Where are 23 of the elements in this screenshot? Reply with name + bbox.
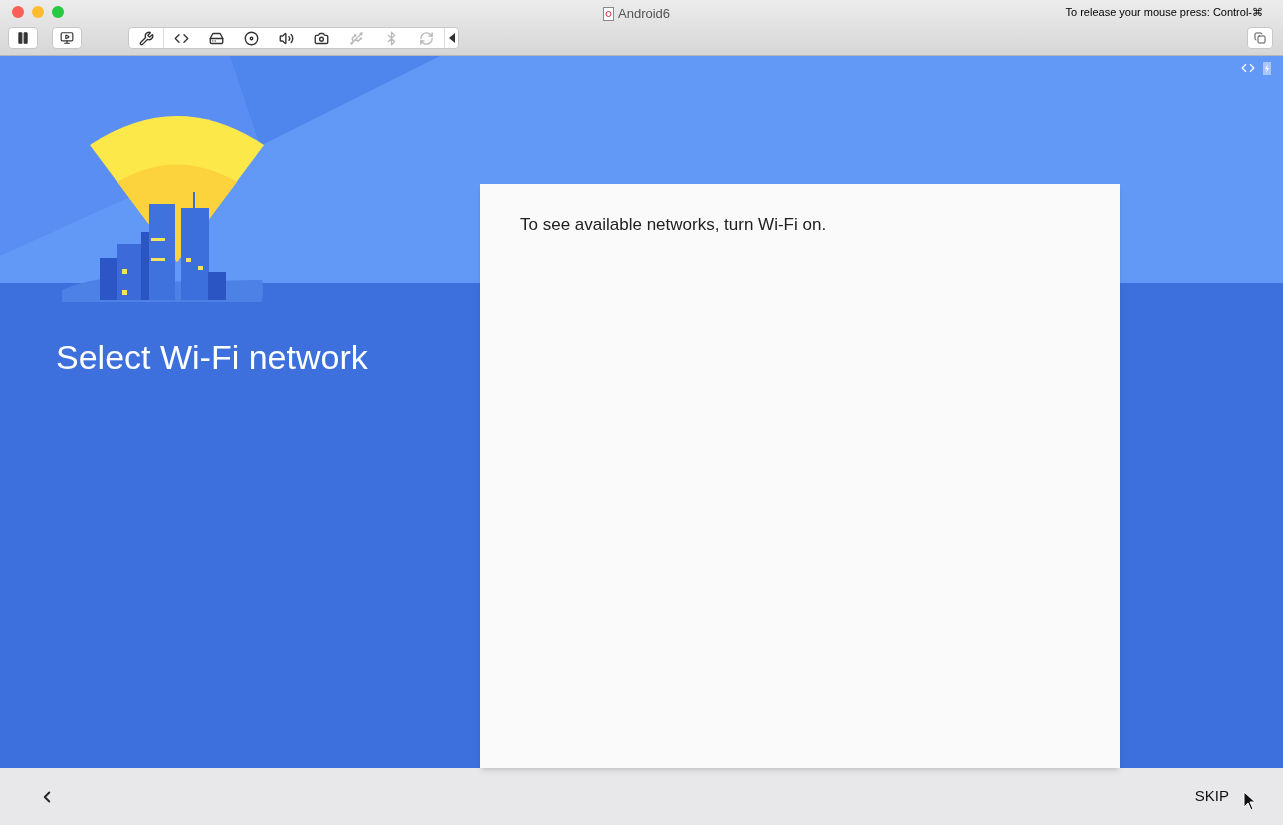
usb-icon (349, 30, 364, 46)
monitor-icon (60, 31, 74, 45)
pause-icon (16, 31, 30, 45)
pause-button[interactable] (8, 27, 38, 49)
speaker-icon (279, 30, 294, 46)
document-icon (603, 6, 614, 21)
wifi-off-message: To see available networks, turn Wi-Fi on. (520, 214, 828, 236)
copy-icon (1254, 32, 1266, 44)
network-status-icon (1241, 61, 1255, 75)
snapshot-button[interactable] (52, 27, 82, 49)
collapse-button[interactable] (444, 28, 458, 48)
camera-icon (314, 30, 329, 46)
disc-icon (244, 30, 259, 46)
close-button[interactable] (12, 6, 24, 18)
sync-icon (419, 30, 434, 46)
page-heading: Select Wi-Fi network (56, 340, 369, 374)
window-title: Android6 (618, 5, 671, 23)
mouse-pointer-icon (1243, 790, 1255, 811)
skip-button[interactable]: SKIP (1194, 785, 1229, 808)
battery-charging-icon (1263, 61, 1271, 75)
left-triangle-icon (448, 33, 455, 43)
wrench-icon (138, 30, 154, 46)
release-hint: To release your mouse press: Control-⌘ (1065, 4, 1263, 20)
